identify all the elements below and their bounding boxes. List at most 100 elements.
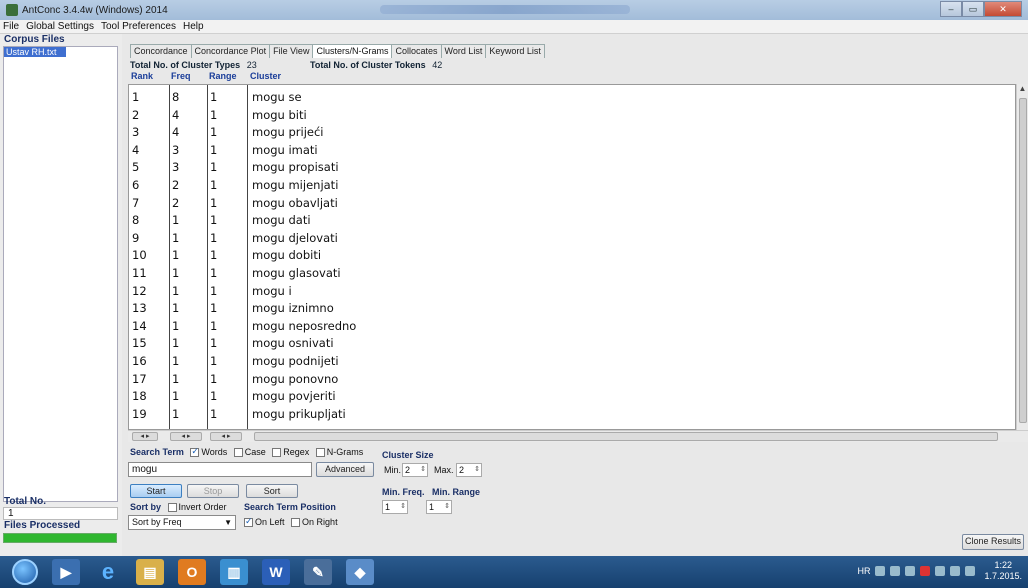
tray-help-icon[interactable]	[890, 566, 901, 576]
tab-word-list[interactable]: Word List	[440, 44, 487, 58]
table-row[interactable]: 14 1 1 mogu neposredno	[129, 318, 1015, 335]
table-row[interactable]: 9 1 1 mogu djelovati	[129, 230, 1015, 247]
column-header-range[interactable]: Range	[209, 71, 237, 81]
table-row[interactable]: 6 2 1 mogu mijenjati	[129, 177, 1015, 194]
table-row[interactable]: 12 1 1 mogu i	[129, 283, 1015, 300]
case-checkbox[interactable]	[233, 448, 243, 458]
advanced-button[interactable]: Advanced	[316, 462, 374, 477]
corpus-file-item[interactable]: Ustav RH.txt	[4, 47, 66, 57]
table-row[interactable]: 8 1 1 mogu dati	[129, 212, 1015, 229]
table-row[interactable]: 10 1 1 mogu dobiti	[129, 247, 1015, 264]
min-range-value: 1	[429, 502, 435, 512]
column-header-cluster[interactable]: Cluster	[250, 71, 281, 81]
word-icon[interactable]: W	[262, 559, 290, 585]
battery-icon[interactable]	[950, 566, 961, 576]
clone-results-button[interactable]: Clone Results	[962, 534, 1024, 550]
antconc-taskbar-icon[interactable]: ✎	[304, 559, 332, 585]
file-explorer-icon[interactable]: ▤	[136, 559, 164, 585]
spinner-arrows-icon[interactable]: ⇕	[420, 464, 426, 476]
max-size-spinner[interactable]: 2 ⇕	[456, 463, 482, 477]
menu-tool-preferences[interactable]: Tool Preferences	[101, 21, 176, 32]
search-term-input[interactable]: mogu	[128, 462, 312, 477]
menu-help[interactable]: Help	[183, 21, 204, 32]
freq-cell: 3	[172, 160, 180, 175]
tool-tabs: Concordance Concordance Plot File View C…	[130, 44, 545, 58]
words-checkbox[interactable]	[190, 446, 200, 458]
tray-app-icon[interactable]	[875, 566, 886, 576]
menu-global-settings[interactable]: Global Settings	[26, 21, 94, 32]
table-row[interactable]: 2 4 1 mogu biti	[129, 107, 1015, 124]
table-row[interactable]: 3 4 1 mogu prijeći	[129, 124, 1015, 141]
office-app-icon[interactable]: O	[178, 559, 206, 585]
range-cell: 1	[210, 107, 218, 122]
range-cell: 1	[210, 354, 218, 368]
table-row[interactable]: 16 1 1 mogu podnijeti	[129, 353, 1015, 370]
freq-column-scrollbar[interactable]: ◂ ▸	[170, 432, 202, 441]
corpus-file-list[interactable]: Ustav RH.txt	[3, 46, 118, 502]
on-left-checkbox[interactable]	[244, 516, 253, 528]
clock-date: 1.7.2015.	[984, 571, 1022, 581]
sort-button[interactable]: Sort	[246, 484, 298, 498]
tab-file-view[interactable]: File View	[269, 44, 314, 58]
notepad-icon[interactable]: ▥	[220, 559, 248, 585]
min-range-spinner[interactable]: 1 ⇕	[426, 500, 452, 514]
language-indicator[interactable]: HR	[857, 566, 870, 576]
tab-concordance[interactable]: Concordance	[130, 44, 192, 58]
rank-cell: 13	[132, 301, 147, 316]
menu-file[interactable]: File	[3, 21, 19, 32]
cluster-cell: mogu neposredno	[252, 318, 357, 333]
scroll-up-arrow-icon[interactable]: ▲	[1017, 84, 1028, 93]
ngrams-checkbox[interactable]	[315, 448, 325, 458]
table-row[interactable]: 17 1 1 mogu ponovno	[129, 371, 1015, 388]
tray-security-icon[interactable]	[920, 566, 931, 576]
table-row[interactable]: 4 3 1 mogu imati	[129, 142, 1015, 159]
maximize-button[interactable]: ▭	[962, 1, 984, 17]
vertical-scroll-thumb[interactable]	[1019, 98, 1027, 423]
start-button-icon[interactable]	[12, 559, 38, 585]
tab-clusters-ngrams[interactable]: Clusters/N-Grams	[312, 44, 393, 58]
stop-button[interactable]: Stop	[187, 484, 239, 498]
taskbar-clock[interactable]: 1:22 1.7.2015.	[984, 560, 1022, 582]
internet-explorer-icon[interactable]: e	[94, 559, 122, 585]
table-row[interactable]: 13 1 1 mogu iznimno	[129, 300, 1015, 317]
menu-bar: File Global Settings Tool Preferences He…	[0, 20, 1028, 34]
table-row[interactable]: 5 3 1 mogu propisati	[129, 159, 1015, 176]
tab-collocates[interactable]: Collocates	[391, 44, 442, 58]
cluster-results-table[interactable]: 1 8 1 mogu se 2 4 1 mogu biti 3 4 1 mogu prijeći 4 3 1…	[128, 84, 1016, 430]
spinner-arrows-icon[interactable]: ⇕	[474, 464, 480, 476]
close-button[interactable]: ✕	[984, 1, 1022, 17]
tab-keyword-list[interactable]: Keyword List	[485, 44, 545, 58]
spinner-arrows-icon[interactable]: ⇕	[444, 501, 450, 513]
window-title: AntConc 3.4.4w (Windows) 2014	[22, 4, 168, 16]
freq-cell: 4	[172, 107, 180, 122]
app-taskbar-icon[interactable]: ◆	[346, 559, 374, 585]
cluster-column-scrollbar[interactable]	[254, 432, 998, 441]
table-row[interactable]: 15 1 1 mogu osnivati	[129, 335, 1015, 352]
spinner-arrows-icon[interactable]: ⇕	[400, 501, 406, 513]
table-row[interactable]: 18 1 1 mogu povjeriti	[129, 388, 1015, 405]
tray-flag-icon[interactable]	[905, 566, 916, 576]
min-size-spinner[interactable]: 2 ⇕	[402, 463, 428, 477]
invert-order-checkbox[interactable]	[167, 503, 177, 513]
results-vertical-scrollbar[interactable]: ▲	[1016, 84, 1028, 430]
cluster-types-label: Total No. of Cluster Types	[130, 60, 241, 70]
regex-checkbox[interactable]	[272, 448, 282, 458]
minimize-button[interactable]: –	[940, 1, 962, 17]
freq-cell: 1	[172, 248, 180, 263]
range-column-scrollbar[interactable]: ◂ ▸	[210, 432, 242, 441]
column-header-freq[interactable]: Freq	[171, 71, 191, 81]
media-player-icon[interactable]: ▶	[52, 559, 80, 585]
table-row[interactable]: 11 1 1 mogu glasovati	[129, 265, 1015, 282]
tab-concordance-plot[interactable]: Concordance Plot	[190, 44, 271, 58]
rank-column-scrollbar[interactable]: ◂ ▸	[132, 432, 158, 441]
sort-by-select[interactable]: Sort by Freq ▼	[128, 515, 236, 530]
on-right-checkbox[interactable]	[291, 518, 301, 528]
network-icon[interactable]	[935, 566, 946, 576]
column-header-rank[interactable]: Rank	[131, 71, 153, 81]
start-button[interactable]: Start	[130, 484, 182, 498]
table-row[interactable]: 7 2 1 mogu obavljati	[129, 195, 1015, 212]
table-row[interactable]: 19 1 1 mogu prikupljati	[129, 406, 1015, 423]
table-row[interactable]: 1 8 1 mogu se	[129, 89, 1015, 106]
min-freq-spinner[interactable]: 1 ⇕	[382, 500, 408, 514]
volume-icon[interactable]	[965, 566, 976, 576]
